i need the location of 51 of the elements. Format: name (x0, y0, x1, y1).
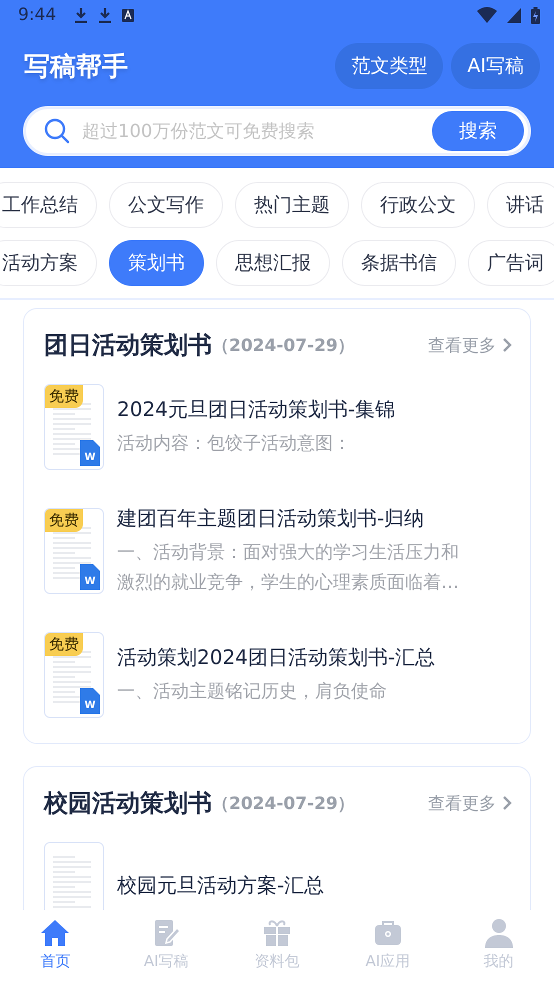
wifi-icon (477, 7, 497, 23)
category-chip[interactable]: 条据书信 (342, 240, 456, 286)
category-chip[interactable]: 广告词 (468, 240, 554, 286)
document-thumbnail[interactable]: 免费 W (44, 384, 104, 470)
document-title[interactable]: 2024元旦团日活动策划书-集锦 (117, 396, 396, 422)
word-file-icon: W (80, 564, 100, 590)
download-icon (98, 7, 112, 23)
document-title[interactable]: 建团百年主题团日活动策划书-归纳 (117, 504, 466, 532)
category-chip[interactable]: 工作总结 (0, 182, 97, 228)
document-title[interactable]: 校园元旦活动方案-汇总 (117, 872, 324, 898)
header-button[interactable]: AI写稿 (451, 43, 540, 89)
home-icon (40, 918, 70, 948)
download-icon (74, 7, 88, 23)
battery-icon (531, 6, 540, 24)
document-thumbnail[interactable]: 免费 W (44, 508, 104, 594)
document-summary: 一、活动背景：面对强大的学习生活压力和激烈的就业竞争，学生的心理素质面临着… (117, 540, 460, 594)
briefcase-icon (372, 918, 403, 948)
keyboard-icon (122, 8, 134, 22)
document-summary: 一、活动主题铭记历史，肩负使命 (117, 680, 388, 704)
free-badge: 免费 (45, 509, 83, 532)
free-badge: 免费 (45, 385, 83, 408)
gift-icon (262, 918, 292, 948)
header-button[interactable]: 范文类型 (335, 43, 444, 89)
category-chip[interactable]: 思想汇报 (216, 240, 330, 286)
search-field[interactable]: 超过100万份范文可免费搜索 搜索 (23, 106, 531, 156)
section-title: 校园活动策划书 (44, 788, 212, 819)
free-badge: 免费 (45, 633, 83, 656)
search-icon (44, 118, 70, 144)
document-summary: 活动内容：包饺子活动意图： (117, 432, 352, 456)
word-file-icon: W (80, 440, 100, 466)
category-chip[interactable]: 活动方案 (0, 240, 97, 286)
document-thumbnail[interactable] (44, 842, 104, 910)
chevron-right-icon (502, 337, 512, 353)
word-file-icon: W (80, 688, 100, 714)
document-title[interactable]: 活动策划2024团日活动策划书-汇总 (117, 644, 436, 670)
signal-icon (507, 8, 521, 22)
search-button[interactable]: 搜索 (432, 111, 524, 151)
section-date: （2024-07-29） (212, 792, 356, 814)
category-chip[interactable]: 公文写作 (109, 182, 223, 228)
chevron-right-icon (502, 795, 512, 811)
app-title: 写稿帮手 (24, 50, 129, 84)
section-date: （2024-07-29） (212, 334, 356, 356)
nav-tab[interactable]: 首页 (0, 910, 111, 984)
category-chip[interactable]: 行政公文 (361, 182, 475, 228)
status-time: 9:44 (18, 5, 56, 25)
category-chip[interactable]: 讲话 (487, 182, 554, 228)
user-icon (484, 918, 514, 948)
category-chip[interactable]: 策划书 (109, 240, 204, 286)
document-thumbnail[interactable]: 免费 W (44, 632, 104, 718)
section-title: 团日活动策划书 (44, 330, 212, 361)
category-chip[interactable]: 热门主题 (235, 182, 349, 228)
